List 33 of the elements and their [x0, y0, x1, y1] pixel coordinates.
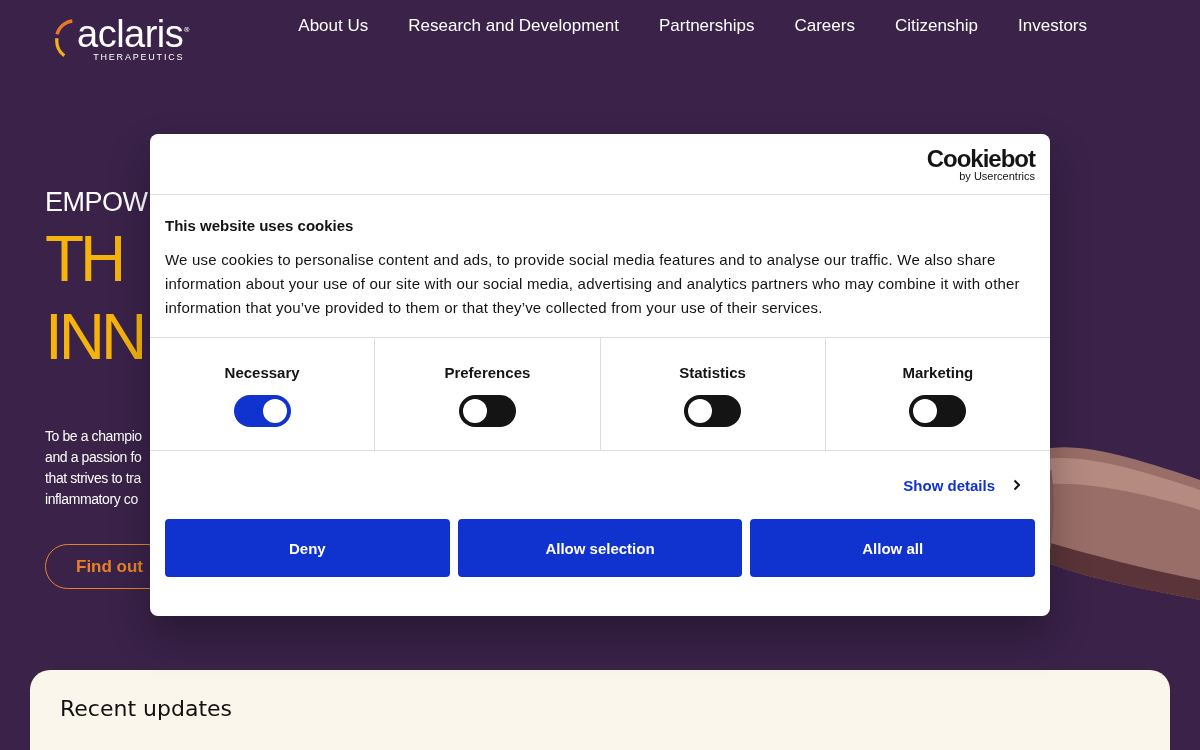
nav-link[interactable]: About Us [298, 16, 369, 36]
hero-text: that strives to tra [45, 469, 141, 488]
logo-wordmark[interactable]: aclaris [77, 14, 184, 54]
nav-link[interactable]: Careers [794, 16, 855, 36]
updates-title: Recent updates [60, 696, 233, 721]
chevron-right-icon [1013, 479, 1021, 491]
category-label: Preferences [444, 364, 531, 381]
hero-text: and a passion fo [45, 448, 142, 467]
nav-link[interactable]: Partnerships [659, 16, 755, 36]
toggle-switch[interactable] [684, 395, 742, 427]
hero-eyebrow: EMPOW [45, 186, 148, 219]
category-label: Statistics [679, 364, 746, 381]
category-label: Marketing [902, 364, 974, 381]
dialog-title: This website uses cookies [165, 217, 355, 234]
toggle-switch[interactable] [909, 395, 967, 427]
toggle-switch[interactable] [233, 395, 291, 427]
consent-button[interactable]: Allow selection [457, 519, 743, 577]
cookiebot-byline: by Usercentrics [959, 170, 1035, 182]
nav-link[interactable]: Research and Development [408, 16, 619, 36]
dialog-text: We use cookies to personalise content and ads, to provide social media features and to analyse our traffic. We also share information about your use of our site with our social media, advertising and analytics partners who may combine it with other information that you’ve provided to them or that they’ve collected from your use of their services. [165, 250, 1021, 318]
toggle-switch[interactable] [458, 395, 516, 427]
nav-link[interactable]: Citizenship [894, 16, 979, 36]
cookiebot-logo: Cookiebot [926, 146, 1035, 171]
consent-button[interactable]: Deny [165, 519, 450, 577]
nav-link[interactable]: Investors [1018, 16, 1088, 36]
hero-headline: INN [45, 300, 144, 375]
show-details-link[interactable]: Show details [903, 476, 995, 494]
hero-headline: TH [45, 222, 123, 297]
consent-button[interactable]: Allow all [750, 519, 1035, 577]
hero-text: inflammatory co [45, 490, 138, 509]
hero-text: To be a champio [45, 427, 142, 446]
logo-tagline: THERAPEUTICS [93, 52, 185, 62]
category-label: Necessary [224, 364, 300, 381]
